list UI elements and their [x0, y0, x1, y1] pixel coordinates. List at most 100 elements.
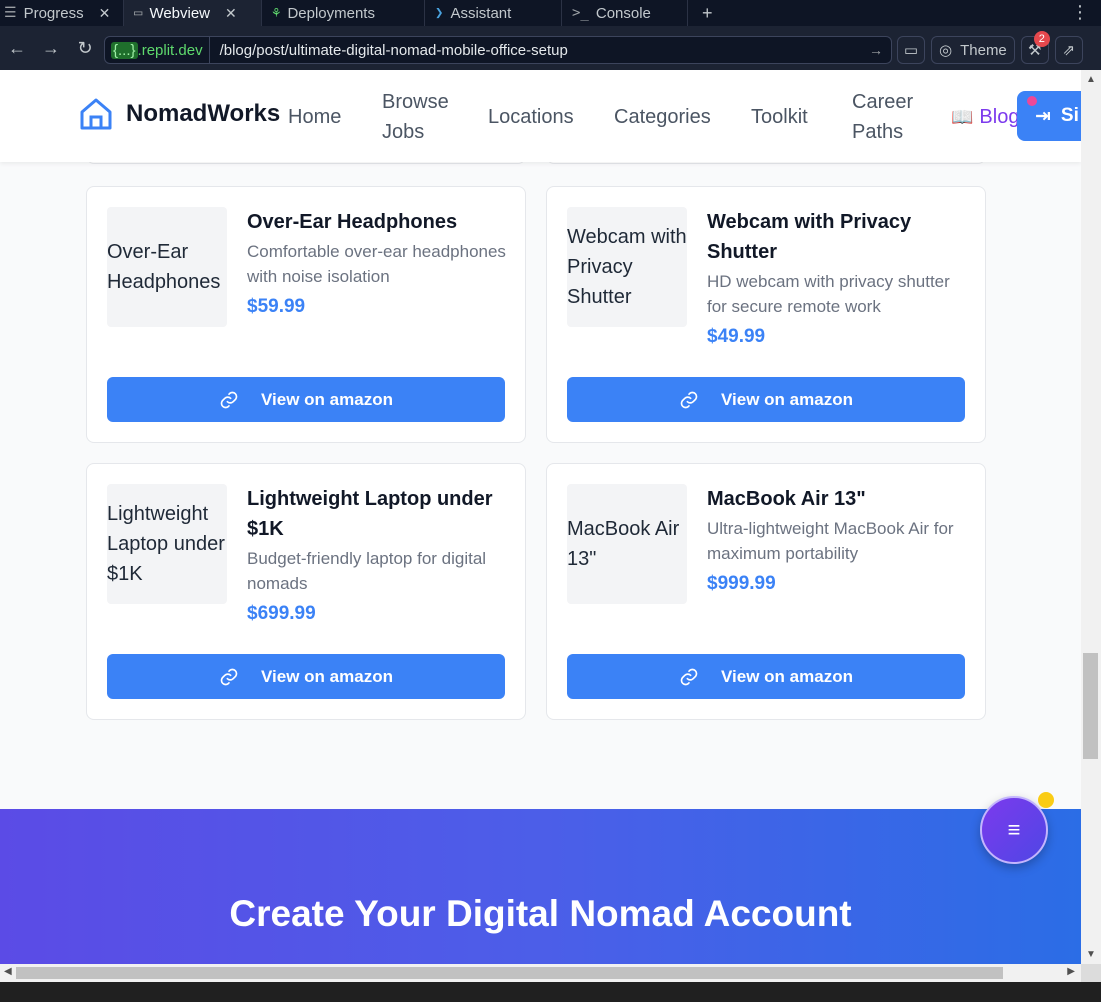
nav-career-paths[interactable]: Career Paths	[852, 87, 913, 147]
url-host-domain: .replit.dev	[137, 41, 203, 59]
broken-image-alt: Over-Ear Headphones	[107, 241, 221, 293]
product-name: Over-Ear Headphones	[247, 211, 458, 233]
product-price: $999.99	[707, 573, 776, 594]
url-input[interactable]: {...} .replit.dev /blog/post/ultimate-di…	[104, 36, 892, 64]
broken-image-alt: Lightweight Laptop under $1K	[107, 503, 225, 585]
view-on-amazon-button[interactable]: View on amazon	[107, 377, 505, 422]
broken-image-alt: MacBook Air 13"	[567, 518, 680, 570]
webview-page: NomadWorks Home Browse Jobs Locations Ca…	[0, 70, 1081, 964]
product-name: Lightweight Laptop under $1K	[247, 488, 493, 540]
add-tab-button[interactable]: +	[688, 0, 727, 26]
tab-label: Deployments	[287, 4, 375, 22]
home-logo-icon	[80, 98, 112, 130]
view-on-amazon-button[interactable]: View on amazon	[107, 654, 505, 699]
product-name: Webcam with Privacy Shutter	[707, 211, 912, 263]
cta-title: Create Your Digital Nomad Account	[229, 893, 852, 934]
nav-locations[interactable]: Locations	[488, 102, 574, 132]
book-icon: 📖	[951, 107, 974, 127]
scroll-down-icon[interactable]: ▼	[1086, 949, 1096, 960]
view-on-amazon-button[interactable]: View on amazon	[567, 654, 965, 699]
webview-address-bar: ← → ↻ {...} .replit.dev /blog/post/ultim…	[0, 26, 1101, 70]
nav-career-line1: Career	[852, 91, 914, 113]
go-arrow-icon[interactable]: →	[869, 42, 891, 58]
reload-button[interactable]: ↻	[68, 38, 102, 59]
product-price: $59.99	[247, 296, 306, 317]
signup-cta-section: Create Your Digital Nomad Account	[0, 809, 1081, 964]
horizontal-scroll-thumb[interactable]	[16, 967, 1003, 979]
nav-browse-jobs-line1: Browse	[382, 91, 449, 113]
more-options-icon[interactable]: ⋮	[1071, 2, 1089, 23]
url-path: /blog/post/ultimate-digital-nomad-mobile…	[219, 41, 568, 59]
tab-label: Assistant	[450, 4, 512, 22]
forward-button[interactable]: →	[34, 38, 68, 59]
ide-tab-bar: ☰ Progress ✕ ▭ Webview ✕ ⚘ Deployments ❯…	[0, 0, 1101, 26]
terminal-icon: >_	[572, 5, 589, 21]
tab-assistant[interactable]: ❯ Assistant	[425, 0, 562, 26]
product-description: Comfortable over-ear headphones with noi…	[247, 242, 506, 286]
broken-image-alt: Webcam with Privacy Shutter	[567, 226, 687, 308]
product-card: Lightweight Laptop under $1K Lightweight…	[86, 463, 526, 720]
product-description: Budget-friendly laptop for digital nomad…	[247, 549, 487, 593]
device-preview-button[interactable]: ▭	[897, 36, 925, 64]
scroll-right-icon[interactable]: ▶	[1067, 966, 1075, 977]
link-icon	[220, 391, 238, 408]
product-name: MacBook Air 13"	[707, 488, 866, 510]
open-new-window-button[interactable]: ⇗	[1054, 36, 1083, 64]
horizontal-scrollbar[interactable]: ◀ ▶	[0, 964, 1081, 982]
nav-blog[interactable]: 📖 Blog	[951, 102, 1019, 132]
nav-blog-label: Blog	[979, 106, 1020, 128]
tab-label: Console	[595, 4, 651, 22]
nav-toolkit[interactable]: Toolkit	[751, 102, 808, 132]
tab-label: Webview	[149, 4, 211, 22]
link-icon	[680, 668, 698, 685]
floating-menu-button[interactable]: ≡	[980, 796, 1048, 864]
logo[interactable]: NomadWorks	[78, 96, 280, 132]
progress-icon: ☰	[4, 5, 17, 21]
button-label: View on amazon	[261, 389, 393, 409]
product-description: Ultra-lightweight MacBook Air for maximu…	[707, 519, 954, 563]
theme-button[interactable]: ◎ Theme	[931, 36, 1015, 64]
close-icon[interactable]: ✕	[99, 5, 111, 22]
devtools-button[interactable]: ⚒ 2	[1020, 31, 1050, 64]
product-price: $699.99	[247, 603, 316, 624]
vertical-scrollbar[interactable]: ▲ ▼	[1081, 70, 1101, 964]
monitor-icon: ▭	[134, 5, 143, 21]
tab-console[interactable]: >_ Console	[562, 0, 688, 26]
nav-career-line2: Paths	[852, 121, 904, 143]
back-button[interactable]: ←	[0, 38, 34, 59]
tab-label: Progress	[23, 4, 84, 22]
link-icon	[220, 668, 238, 685]
theme-label: Theme	[960, 41, 1007, 59]
tab-webview[interactable]: ▭ Webview ✕	[124, 0, 262, 26]
scrollbar-corner	[1081, 964, 1101, 982]
url-host-prefix: {...}	[111, 41, 138, 59]
nav-browse-jobs-line2: Jobs	[382, 121, 425, 143]
button-label: View on amazon	[721, 666, 853, 686]
scroll-left-icon[interactable]: ◀	[4, 966, 12, 977]
tab-progress[interactable]: ☰ Progress ✕	[0, 0, 124, 26]
link-icon	[680, 391, 698, 408]
site-header: NomadWorks Home Browse Jobs Locations Ca…	[0, 70, 1081, 162]
menu-icon: ≡	[1007, 817, 1021, 842]
login-icon: ⇥	[1035, 105, 1051, 127]
palette-icon: ◎	[939, 42, 953, 59]
vertical-scroll-thumb[interactable]	[1083, 653, 1098, 759]
deploy-icon: ⚘	[272, 5, 281, 21]
scroll-up-icon[interactable]: ▲	[1086, 74, 1096, 85]
product-price: $49.99	[707, 326, 766, 347]
external-link-icon: ⇗	[1062, 42, 1076, 59]
close-icon[interactable]: ✕	[225, 5, 237, 22]
product-image: Lightweight Laptop under $1K	[107, 484, 227, 604]
nav-browse-jobs[interactable]: Browse Jobs	[382, 87, 449, 147]
tab-deployments[interactable]: ⚘ Deployments	[262, 0, 425, 26]
nav-categories[interactable]: Categories	[614, 102, 711, 132]
product-card: Webcam with Privacy Shutter Webcam with …	[546, 186, 986, 443]
product-image: MacBook Air 13"	[567, 484, 687, 604]
device-icon: ▭	[903, 42, 919, 59]
sign-in-label: Si	[1060, 105, 1079, 126]
nav-home[interactable]: Home	[288, 102, 341, 132]
view-on-amazon-button[interactable]: View on amazon	[567, 377, 965, 422]
product-card: MacBook Air 13" MacBook Air 13" Ultra-li…	[546, 463, 986, 720]
product-description: HD webcam with privacy shutter for secur…	[707, 272, 950, 316]
product-image: Webcam with Privacy Shutter	[567, 207, 687, 327]
